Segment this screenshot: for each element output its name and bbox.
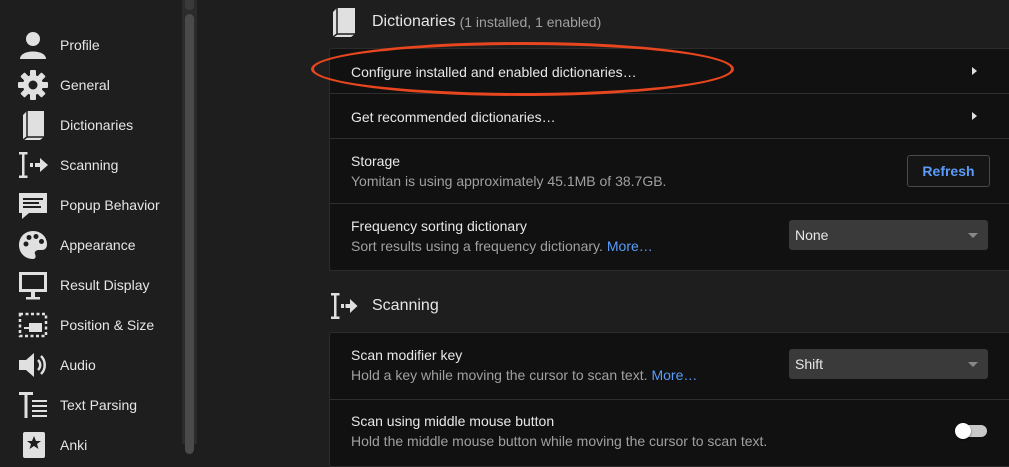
sidebar-item-label: Scanning: [60, 157, 119, 173]
caret-down-icon: [968, 362, 978, 367]
storage-row: Storage Yomitan is using approximately 4…: [330, 139, 1009, 204]
sidebar-item-label: Text Parsing: [60, 397, 138, 413]
select-value: Shift: [795, 356, 824, 372]
section-title: Scanning: [372, 297, 439, 314]
toggle-knob: [955, 423, 971, 439]
scan-modifier-row: Scan modifier key Hold a key while movin…: [330, 333, 1009, 400]
sidebar-item-label: Position & Size: [60, 317, 155, 333]
frequency-sorting-description: Sort results using a frequency dictionar…: [351, 238, 653, 254]
palette-icon: [16, 228, 50, 262]
refresh-button[interactable]: Refresh: [907, 155, 990, 187]
configure-dictionaries-label: Configure installed and enabled dictiona…: [351, 64, 637, 80]
middle-mouse-toggle[interactable]: [955, 423, 987, 439]
chevron-right-icon: [972, 67, 977, 75]
book-icon: [332, 8, 355, 38]
gear-icon: [16, 68, 50, 102]
sidebar-item-profile[interactable]: Profile: [16, 28, 180, 62]
recommended-dictionaries-row[interactable]: Get recommended dictionaries…: [330, 94, 1009, 139]
dictionaries-section-header: Dictionaries (1 installed, 1 enabled): [330, 6, 601, 38]
scanning-card: Scan modifier key Hold a key while movin…: [329, 332, 1009, 467]
scanning-section-header: Scanning: [330, 290, 439, 322]
frequency-desc-text: Sort results using a frequency dictionar…: [351, 238, 603, 254]
scanning-icon: [16, 148, 50, 182]
scrollbar-top-cap: [185, 0, 194, 10]
sidebar-item-label: Audio: [60, 357, 96, 373]
sidebar-item-text-parsing[interactable]: Text Parsing: [16, 388, 180, 422]
frequency-more-link[interactable]: More…: [607, 238, 653, 254]
scan-modifier-desc-text: Hold a key while moving the cursor to sc…: [351, 367, 648, 383]
scan-modifier-select[interactable]: Shift: [789, 349, 988, 379]
dictionaries-card: Configure installed and enabled dictiona…: [329, 48, 1009, 271]
monitor-icon: [16, 268, 50, 302]
select-value: None: [795, 227, 829, 243]
anki-icon: [16, 428, 50, 462]
sidebar-item-appearance[interactable]: Appearance: [16, 228, 180, 262]
sidebar-item-result-display[interactable]: Result Display: [16, 268, 180, 302]
sidebar-item-label: General: [60, 77, 110, 93]
middle-mouse-title: Scan using middle mouse button: [351, 413, 555, 429]
position-icon: [16, 308, 50, 342]
frequency-sorting-row: Frequency sorting dictionary Sort result…: [330, 204, 1009, 270]
sidebar-item-label: Popup Behavior: [60, 197, 160, 213]
sidebar-item-label: Anki: [60, 437, 88, 453]
speaker-icon: [16, 348, 50, 382]
frequency-sorting-title: Frequency sorting dictionary: [351, 218, 527, 234]
sidebar-item-label: Result Display: [60, 277, 150, 293]
sidebar-item-dictionaries[interactable]: Dictionaries: [16, 108, 180, 142]
middle-mouse-description: Hold the middle mouse button while movin…: [351, 433, 768, 449]
main-content: Dictionaries (1 installed, 1 enabled) Co…: [197, 0, 1009, 467]
sidebar-item-position-size[interactable]: Position & Size: [16, 308, 180, 342]
scrollbar-thumb[interactable]: [185, 14, 194, 454]
book-icon: [16, 108, 50, 142]
sidebar-item-audio[interactable]: Audio: [16, 348, 180, 382]
text-parsing-icon: [16, 388, 50, 422]
storage-description: Yomitan is using approximately 45.1MB of…: [351, 173, 667, 189]
middle-mouse-row: Scan using middle mouse button Hold the …: [330, 400, 1009, 466]
storage-title: Storage: [351, 153, 401, 169]
configure-dictionaries-row[interactable]: Configure installed and enabled dictiona…: [330, 49, 1009, 94]
scan-modifier-title: Scan modifier key: [351, 347, 463, 363]
sidebar-item-scanning[interactable]: Scanning: [16, 148, 180, 182]
sidebar-item-popup-behavior[interactable]: Popup Behavior: [16, 188, 180, 222]
caret-down-icon: [968, 233, 978, 238]
sidebar-scrollbar[interactable]: [182, 0, 197, 454]
scan-modifier-description: Hold a key while moving the cursor to sc…: [351, 367, 697, 383]
sidebar-item-label: Profile: [60, 37, 100, 53]
scan-modifier-more-link[interactable]: More…: [651, 367, 697, 383]
chevron-right-icon: [972, 112, 977, 120]
profile-icon: [16, 28, 50, 62]
sidebar-item-label: Appearance: [60, 237, 136, 253]
popup-icon: [16, 188, 50, 222]
sidebar-item-label: Dictionaries: [60, 117, 134, 133]
section-title: Dictionaries: [372, 13, 456, 30]
recommended-dictionaries-label: Get recommended dictionaries…: [351, 109, 556, 125]
section-subtitle: (1 installed, 1 enabled): [459, 14, 602, 30]
sidebar-item-anki[interactable]: Anki: [16, 428, 180, 462]
scanning-icon: [331, 293, 358, 319]
sidebar: Profile General Dictionaries Scanning Po…: [0, 0, 182, 458]
sidebar-item-general[interactable]: General: [16, 68, 180, 102]
frequency-dictionary-select[interactable]: None: [789, 220, 988, 250]
